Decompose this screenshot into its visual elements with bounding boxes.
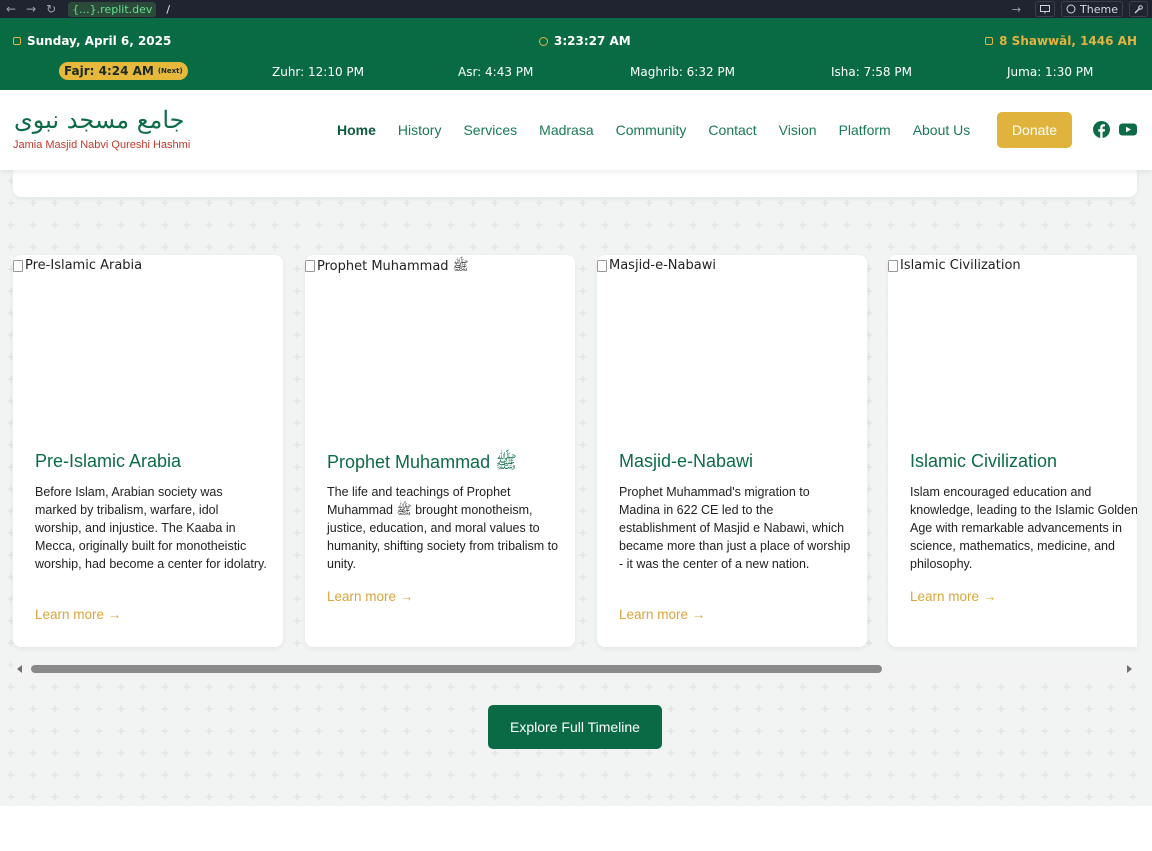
broken-image-icon xyxy=(888,260,898,272)
theme-label: Theme xyxy=(1080,2,1118,16)
url-path: / xyxy=(166,2,171,16)
logo-arabic[interactable]: جامع مسجد نبوی xyxy=(14,106,185,134)
card-title: Prophet Muhammad ﷺ xyxy=(327,452,517,472)
card-description: Before Islam, Arabian society was marked… xyxy=(35,485,267,571)
prayer-times-list: Fajr: 4:24 AM (Next) Zuhr: 12:10 PM Asr:… xyxy=(0,62,1152,84)
card-image: Islamic Civilization xyxy=(888,255,1137,425)
scroll-left-arrow[interactable] xyxy=(17,665,22,673)
card-image: Pre-Islamic Arabia xyxy=(13,255,283,425)
nav-madrasa[interactable]: Madrasa xyxy=(539,122,593,138)
image-alt-text: Pre-Islamic Arabia xyxy=(25,258,143,273)
nav-history[interactable]: History xyxy=(398,122,442,138)
prayer-times-bar: Sunday, April 6, 2025 3:23:27 AM 8 Shaww… xyxy=(0,18,1152,90)
palette-icon xyxy=(1066,4,1076,14)
prayer-label: Fajr: 4:24 AM xyxy=(64,64,154,78)
tools-button[interactable] xyxy=(1129,1,1148,17)
date-text: Sunday, April 6, 2025 xyxy=(27,34,172,48)
timeline-card-civilization: Islamic Civilization Islamic Civilizatio… xyxy=(888,255,1137,647)
card-title: Pre-Islamic Arabia xyxy=(35,451,182,471)
learn-more-link[interactable]: Learn more → xyxy=(910,589,996,604)
nav-community[interactable]: Community xyxy=(616,122,687,138)
site-header: جامع مسجد نبوی Jamia Masjid Nabvi Quresh… xyxy=(0,90,1152,170)
browser-nav: ← → ↻ xyxy=(0,2,56,16)
card-description: Islam encouraged education and knowledge… xyxy=(910,485,1137,571)
moon-calendar-icon xyxy=(985,37,994,45)
card-title: Masjid-e-Nabawi xyxy=(619,451,754,471)
timeline-card-prophet: Prophet Muhammad ﷺ Prophet Muhammad ﷺ Th… xyxy=(305,255,575,647)
monitor-icon xyxy=(1040,4,1051,13)
browser-actions: → Theme xyxy=(1012,0,1152,18)
gregorian-date: Sunday, April 6, 2025 xyxy=(13,34,171,48)
reload-icon[interactable]: ↻ xyxy=(46,2,56,16)
next-badge: (Next) xyxy=(157,67,183,75)
learn-more-link[interactable]: Learn more → xyxy=(35,607,121,622)
time-text: 3:23:27 AM xyxy=(554,34,631,48)
prayer-zuhr: Zuhr: 12:10 PM xyxy=(272,65,364,79)
nav-about-us[interactable]: About Us xyxy=(913,122,971,138)
prayer-fajr: Fajr: 4:24 AM (Next) xyxy=(59,62,188,80)
hijri-text: 8 Shawwāl, 1446 AH xyxy=(999,34,1137,48)
open-in-new-tab-icon[interactable]: → xyxy=(1012,3,1021,16)
card-image: Masjid-e-Nabawi xyxy=(597,255,867,425)
card-description: Prophet Muhammad's migration to Madina i… xyxy=(619,485,851,571)
donate-button[interactable]: Donate xyxy=(997,112,1072,148)
nav-platform[interactable]: Platform xyxy=(839,122,891,138)
prayer-isha: Isha: 7:58 PM xyxy=(831,65,912,79)
nav-services[interactable]: Services xyxy=(463,122,517,138)
timeline-card-pre-islamic: Pre-Islamic Arabia Pre-Islamic Arabia Be… xyxy=(13,255,283,647)
broken-image-icon xyxy=(305,260,315,272)
broken-image-icon xyxy=(597,260,607,272)
explore-timeline-button[interactable]: Explore Full Timeline xyxy=(488,705,662,749)
calendar-icon xyxy=(13,37,21,45)
card-description: The life and teachings of Prophet Muhamm… xyxy=(327,485,559,571)
url-host: {...}.replit.dev xyxy=(68,1,157,17)
image-alt-text: Masjid-e-Nabawi xyxy=(609,258,716,273)
back-icon[interactable]: ← xyxy=(6,2,16,16)
prayer-juma: Juma: 1:30 PM xyxy=(1007,65,1094,79)
logo-english[interactable]: Jamia Masjid Nabvi Qureshi Hashmi xyxy=(13,139,190,151)
prayer-asr: Asr: 4:43 PM xyxy=(458,65,534,79)
image-alt-text: Prophet Muhammad ﷺ xyxy=(317,259,469,274)
card-title: Islamic Civilization xyxy=(910,451,1058,471)
image-alt-text: Islamic Civilization xyxy=(900,258,1021,273)
card-image: Prophet Muhammad ﷺ xyxy=(305,255,575,425)
nav-home[interactable]: Home xyxy=(337,122,376,138)
learn-more-link[interactable]: Learn more → xyxy=(619,607,705,622)
horizontal-scrollbar[interactable] xyxy=(13,662,1137,677)
broken-image-icon xyxy=(13,260,23,272)
theme-button[interactable]: Theme xyxy=(1061,1,1123,17)
address-bar[interactable]: {...}.replit.dev / xyxy=(68,1,171,17)
timeline-card-masjid: Masjid-e-Nabawi Masjid-e-Nabawi Prophet … xyxy=(597,255,867,647)
section-card-bottom xyxy=(13,170,1137,197)
nav-vision[interactable]: Vision xyxy=(779,122,817,138)
clock-icon xyxy=(539,36,548,46)
scroll-right-arrow[interactable] xyxy=(1127,665,1132,673)
nav-contact[interactable]: Contact xyxy=(708,122,756,138)
learn-more-link[interactable]: Learn more → xyxy=(327,589,413,604)
prayer-maghrib: Maghrib: 6:32 PM xyxy=(630,65,736,79)
youtube-icon[interactable] xyxy=(1119,121,1137,138)
hijri-date: 8 Shawwāl, 1446 AH xyxy=(985,34,1137,48)
current-time: 3:23:27 AM xyxy=(539,34,631,48)
wrench-icon xyxy=(1134,4,1143,13)
facebook-icon[interactable] xyxy=(1093,121,1110,138)
forward-icon[interactable]: → xyxy=(26,2,36,16)
browser-toolbar: ← → ↻ {...}.replit.dev / → Theme xyxy=(0,0,1152,18)
scrollbar-thumb[interactable] xyxy=(31,665,882,673)
main-nav: Home History Services Madrasa Community … xyxy=(337,90,992,170)
devices-button[interactable] xyxy=(1035,1,1056,17)
